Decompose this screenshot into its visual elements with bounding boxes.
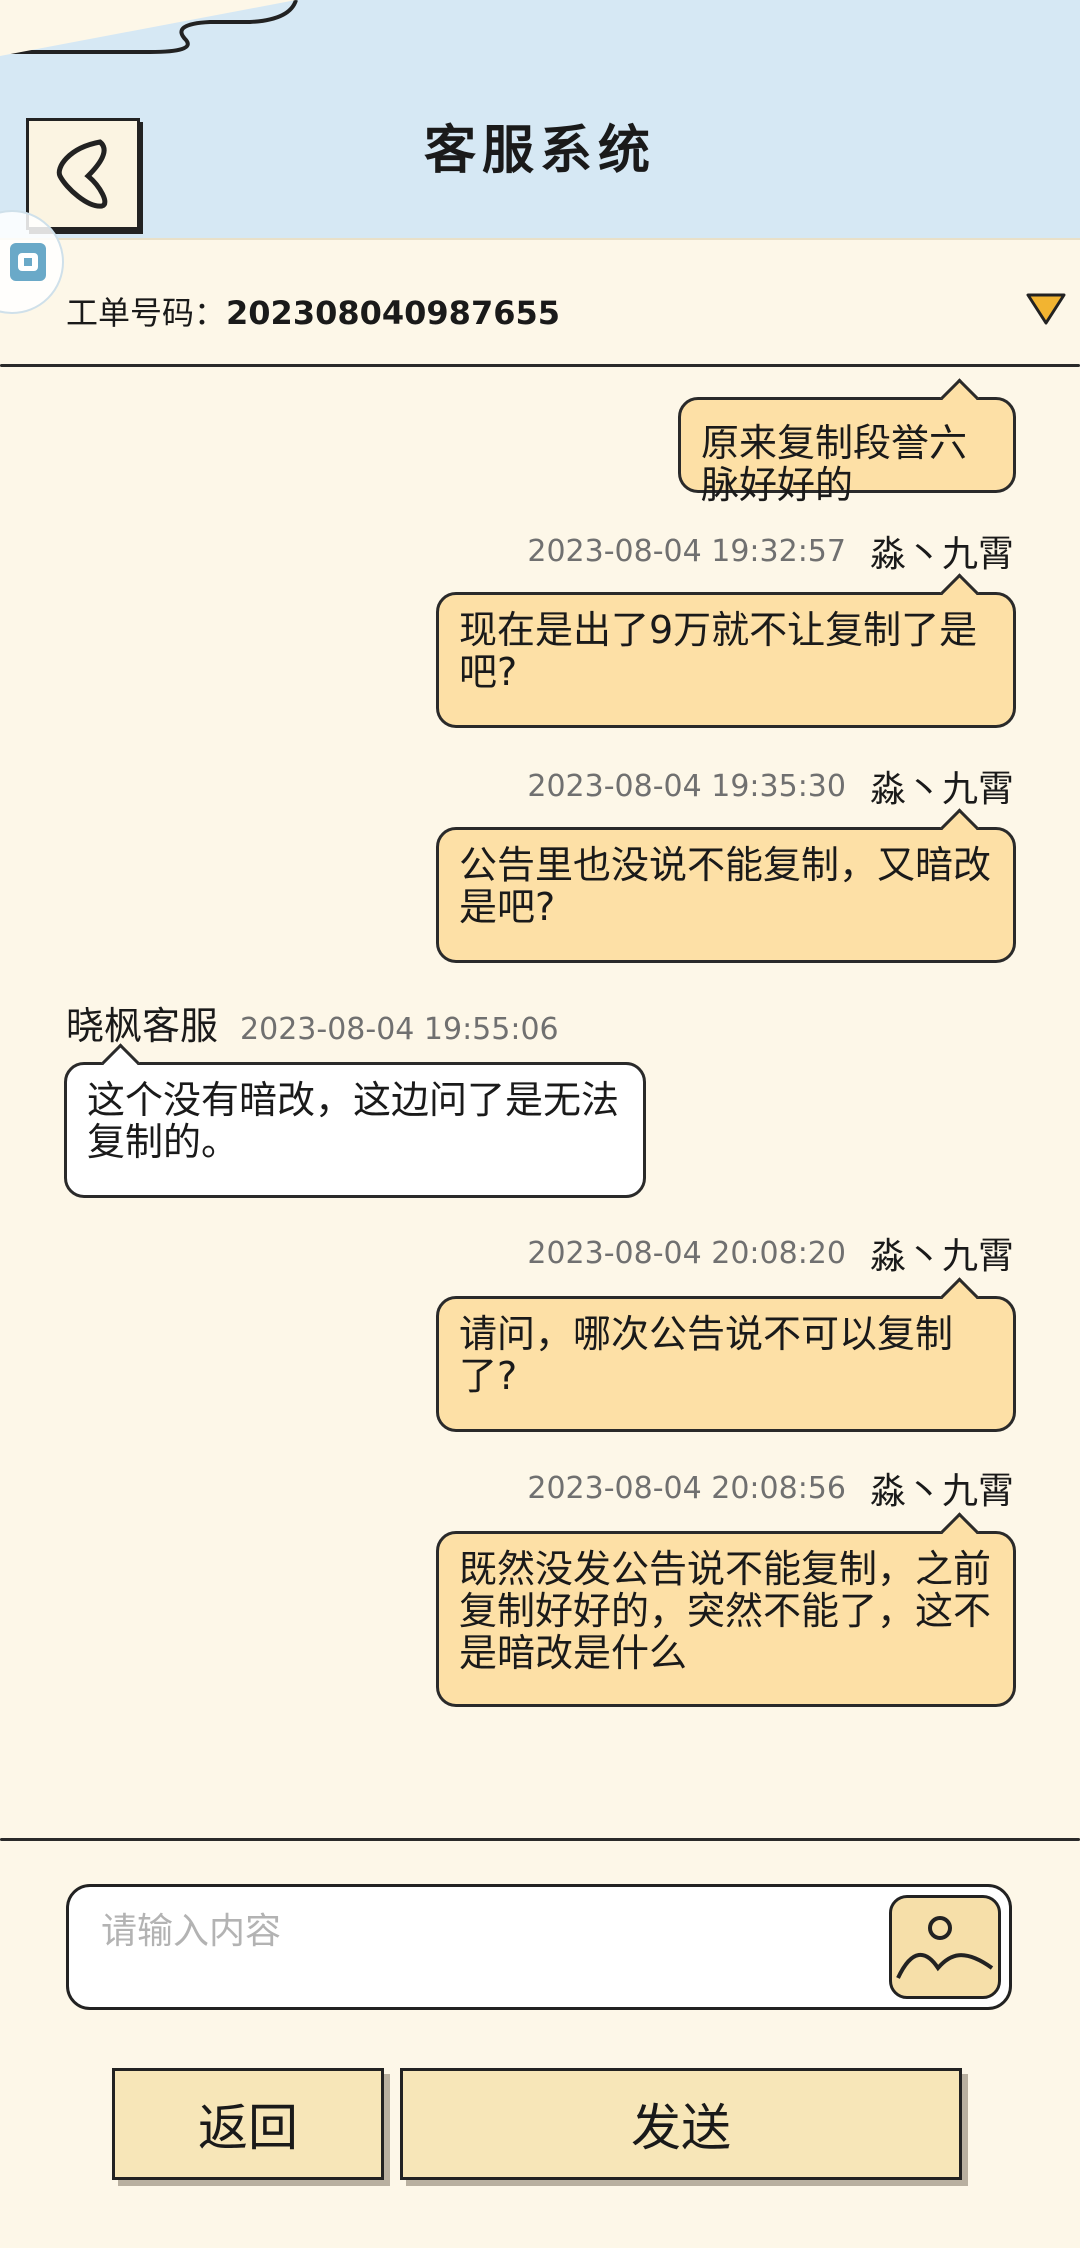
message-bubble-me: 公告里也没说不能复制，又暗改是吧?	[436, 808, 1016, 963]
message-time: 2023-08-04 20:08:56	[527, 1470, 846, 1506]
message-time: 2023-08-04 20:08:20	[527, 1235, 846, 1271]
message-bubble-me: 原来复制段誉六脉好好的	[678, 378, 1016, 506]
page-title: 客服系统	[423, 120, 656, 181]
message-meta: 2023-08-04 20:08:20 淼丶九霄	[527, 1227, 1014, 1279]
send-button[interactable]: 发送	[400, 2068, 962, 2180]
sender-name: 晓枫客服	[66, 1004, 219, 1048]
message-meta: 晓枫客服 2023-08-04 19:55:06	[66, 995, 559, 1050]
sender-name: 淼丶九霄	[869, 1471, 1014, 1512]
message-meta: 2023-08-04 20:08:56 淼丶九霄	[527, 1462, 1014, 1514]
divider-bottom	[0, 1838, 1080, 1841]
message-text: 公告里也没说不能复制，又暗改是吧?	[459, 843, 992, 929]
message-bubble-cs: 这个没有暗改，这边问了是无法复制的。	[64, 1043, 646, 1198]
message-text: 原来复制段誉六脉好好的	[701, 421, 968, 507]
sender-name: 淼丶九霄	[869, 1236, 1014, 1277]
message-time: 2023-08-04 19:32:57	[527, 533, 846, 569]
divider-top	[0, 364, 1080, 367]
message-meta: 2023-08-04 19:32:57 淼丶九霄	[527, 525, 1014, 577]
message-text: 既然没发公告说不能复制，之前复制好好的，突然不能了，这不是暗改是什么	[459, 1547, 992, 1675]
ticket-dropdown-toggle[interactable]	[1026, 292, 1066, 330]
chat-message-list[interactable]: 原来复制段誉六脉好好的 2023-08-04 19:32:57 淼丶九霄 现在是…	[0, 370, 1080, 1752]
message-bubble-me: 现在是出了9万就不让复制了是吧?	[436, 573, 1016, 728]
message-bubble-me: 既然没发公告说不能复制，之前复制好好的，突然不能了，这不是暗改是什么	[436, 1512, 1016, 1707]
sender-name: 淼丶九霄	[869, 534, 1014, 575]
sender-name: 淼丶九霄	[869, 769, 1014, 810]
triangle-down-icon	[1026, 293, 1066, 325]
message-text: 现在是出了9万就不让复制了是吧?	[459, 608, 978, 694]
message-time: 2023-08-04 19:55:06	[240, 1012, 559, 1047]
message-text: 这个没有暗改，这边问了是无法复制的。	[87, 1078, 620, 1164]
header-bar: 客服系统	[0, 0, 1080, 240]
message-text: 请问，哪次公告说不可以复制了?	[459, 1312, 954, 1398]
ticket-number: 202308040987655	[226, 294, 560, 332]
app-icon	[10, 243, 46, 281]
ticket-label: 工单号码：	[66, 294, 227, 332]
image-icon	[896, 1916, 994, 1979]
ticket-number-row: 工单号码：202308040987655	[66, 288, 560, 334]
message-input[interactable]	[99, 1905, 883, 1957]
back-button[interactable]: 返回	[112, 2068, 384, 2180]
image-upload-button[interactable]	[889, 1895, 1001, 1999]
cloud-decoration	[0, 0, 298, 56]
message-time: 2023-08-04 19:35:30	[527, 768, 846, 804]
message-input-box[interactable]	[66, 1884, 1012, 2010]
message-meta: 2023-08-04 19:35:30 淼丶九霄	[527, 760, 1014, 812]
message-bubble-me: 请问，哪次公告说不可以复制了?	[436, 1277, 1016, 1432]
